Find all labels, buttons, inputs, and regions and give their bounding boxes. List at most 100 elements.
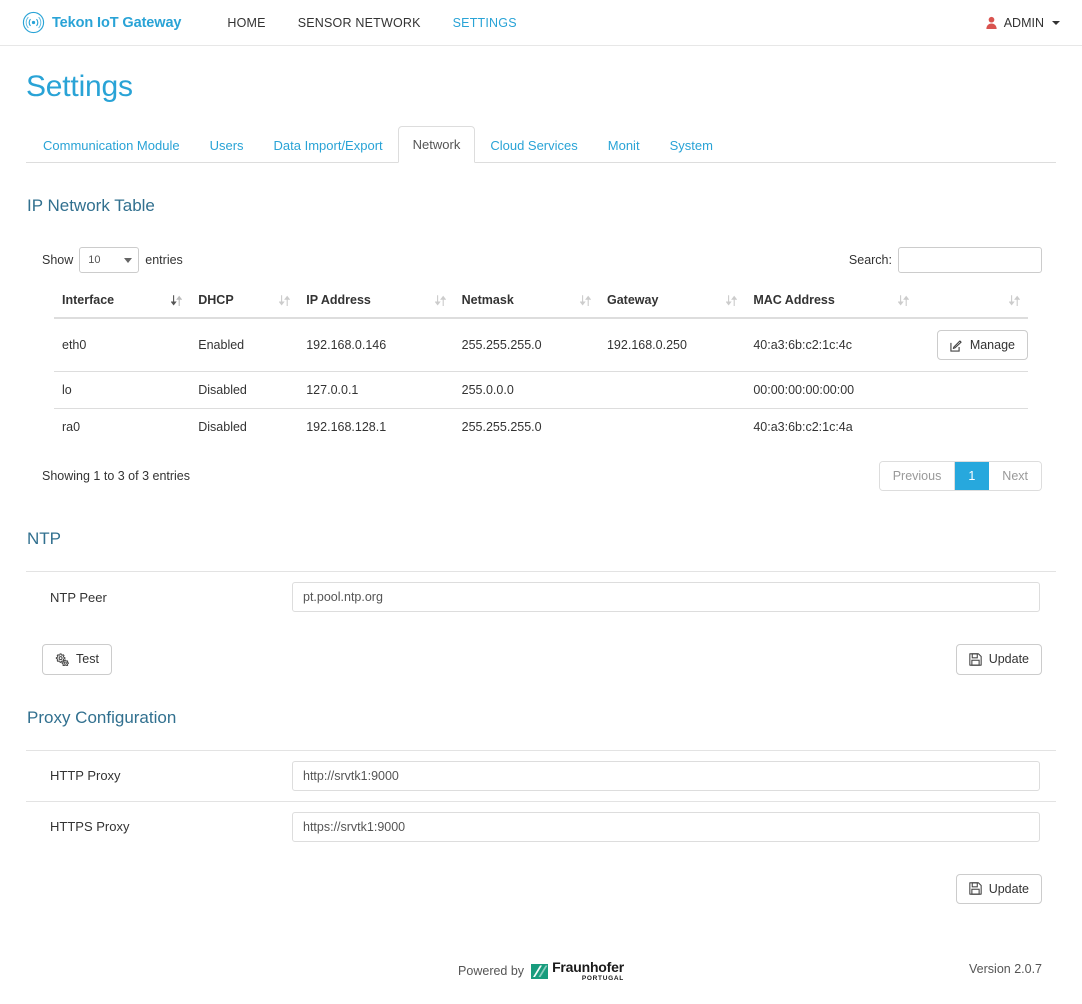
ntp-test-button-label: Test bbox=[76, 652, 99, 667]
column-header-mac-address[interactable]: MAC Address bbox=[745, 284, 917, 319]
tab-cloud-services[interactable]: Cloud Services bbox=[475, 127, 592, 163]
proxy-button-row: Update bbox=[26, 873, 1056, 904]
ip-network-table-heading: IP Network Table bbox=[27, 196, 155, 215]
cell-interface: lo bbox=[54, 371, 191, 409]
table-row: ra0 Disabled 192.168.128.1 255.255.255.0… bbox=[54, 408, 1028, 446]
cell-mac-address: 00:00:00:00:00:00 bbox=[745, 371, 917, 409]
signal-circle-icon bbox=[22, 11, 45, 34]
ntp-peer-label: NTP Peer bbox=[50, 589, 107, 605]
tab-system[interactable]: System bbox=[655, 127, 728, 163]
column-label-netmask: Netmask bbox=[461, 293, 514, 307]
fraunhofer-wordmark: Fraunhofer PORTUGAL bbox=[552, 960, 624, 983]
cell-gateway: 192.168.0.250 bbox=[606, 338, 687, 353]
column-header-dhcp[interactable]: DHCP bbox=[190, 284, 299, 319]
cell-ip-address: 127.0.0.1 bbox=[298, 371, 454, 409]
pagination-next[interactable]: Next bbox=[989, 462, 1041, 491]
sort-none-icon bbox=[279, 294, 291, 307]
user-menu-admin[interactable]: ADMIN bbox=[978, 10, 1068, 36]
cell-gateway bbox=[598, 408, 746, 446]
tab-network[interactable]: Network bbox=[397, 126, 476, 163]
ntp-button-row: Test Update bbox=[26, 644, 1056, 675]
navbar-right: ADMIN bbox=[978, 10, 1068, 36]
sort-none-icon bbox=[897, 294, 909, 307]
entries-label: entries bbox=[145, 253, 183, 267]
http-proxy-input[interactable] bbox=[292, 760, 1040, 791]
pagination-previous[interactable]: Previous bbox=[879, 462, 956, 491]
cell-netmask: 255.255.255.0 bbox=[461, 338, 542, 353]
cell-netmask: 255.255.255.0 bbox=[453, 408, 599, 446]
sort-none-icon bbox=[726, 294, 738, 307]
https-proxy-input[interactable] bbox=[292, 811, 1040, 842]
ntp-test-button[interactable]: Test bbox=[42, 644, 112, 675]
column-label-mac-address: MAC Address bbox=[753, 293, 835, 307]
tab-communication-module[interactable]: Communication Module bbox=[28, 127, 195, 163]
sort-asc-icon bbox=[171, 294, 183, 307]
nav-link-home[interactable]: HOME bbox=[211, 10, 281, 36]
powered-by-label: Powered by bbox=[458, 964, 525, 978]
sort-none-icon bbox=[579, 294, 591, 307]
settings-tabs: Communication Module Users Data Import/E… bbox=[26, 126, 1056, 163]
page-container: Settings Communication Module Users Data… bbox=[26, 70, 1056, 1004]
nav-link-settings[interactable]: SETTINGS bbox=[437, 10, 533, 36]
entries-select-wrapper: 10 25 50 100 bbox=[79, 247, 140, 273]
cogs-icon bbox=[55, 653, 69, 666]
column-header-ip-address[interactable]: IP Address bbox=[298, 284, 454, 319]
user-menu-label: ADMIN bbox=[1003, 15, 1044, 30]
http-proxy-label: HTTP Proxy bbox=[50, 768, 121, 783]
cell-actions bbox=[916, 371, 1028, 409]
column-header-gateway[interactable]: Gateway bbox=[598, 284, 746, 319]
table-row: lo Disabled 127.0.0.1 255.0.0.0 00:00:00… bbox=[54, 371, 1028, 409]
user-icon bbox=[986, 16, 997, 30]
entries-per-page-select[interactable]: 10 25 50 100 bbox=[79, 247, 140, 273]
cell-dhcp: Enabled bbox=[198, 338, 245, 353]
nav-link-sensor-network[interactable]: SENSOR NETWORK bbox=[282, 10, 437, 36]
column-header-actions[interactable] bbox=[916, 284, 1028, 319]
search-label: Search: bbox=[848, 253, 892, 267]
version-label: Version 2.0.7 bbox=[969, 961, 1042, 976]
cell-interface: eth0 bbox=[62, 338, 87, 353]
ip-network-table: Interface DHCP IP Address Netmask Gatewa… bbox=[54, 284, 1028, 446]
tab-monit[interactable]: Monit bbox=[593, 127, 655, 163]
column-header-netmask[interactable]: Netmask bbox=[453, 284, 599, 319]
proxy-update-button-label: Update bbox=[988, 881, 1029, 896]
show-label: Show bbox=[42, 253, 74, 267]
page-title: Settings bbox=[26, 70, 133, 103]
tab-data-import-export[interactable]: Data Import/Export bbox=[259, 127, 398, 163]
column-label-gateway: Gateway bbox=[606, 293, 659, 307]
cell-dhcp: Disabled bbox=[190, 371, 299, 409]
table-head: Interface DHCP IP Address Netmask Gatewa… bbox=[54, 284, 1028, 319]
page-footer: Powered by Fraunhofer PORTUGAL Version 2… bbox=[26, 952, 1056, 1004]
cell-ip-address: 192.168.128.1 bbox=[298, 408, 454, 446]
search-input[interactable] bbox=[898, 247, 1042, 273]
save-icon bbox=[968, 882, 982, 895]
column-label-dhcp: DHCP bbox=[198, 293, 234, 307]
sort-none-icon bbox=[1009, 294, 1020, 307]
cell-netmask: 255.0.0.0 bbox=[453, 371, 599, 409]
proxy-configuration-heading: Proxy Configuration bbox=[27, 707, 177, 727]
ntp-form: NTP Peer bbox=[26, 571, 1056, 622]
cell-dhcp: Disabled bbox=[190, 408, 299, 446]
cell-mac-address: 40:a3:6b:c2:1c:4a bbox=[745, 408, 917, 446]
manage-button[interactable]: Manage bbox=[936, 330, 1028, 361]
proxy-form: HTTP Proxy HTTPS Proxy bbox=[26, 749, 1056, 852]
column-label-ip-address: IP Address bbox=[306, 293, 371, 307]
table-body: eth0 Enabled 192.168.0.146 255.255.255.0… bbox=[54, 318, 1028, 446]
table-row: eth0 Enabled 192.168.0.146 255.255.255.0… bbox=[54, 318, 1028, 372]
tab-users[interactable]: Users bbox=[195, 127, 259, 163]
cell-actions bbox=[916, 408, 1028, 446]
cell-mac-address: 40:a3:6b:c2:1c:4c bbox=[753, 338, 853, 353]
datatable-footer: Showing 1 to 3 of 3 entries Previous 1 N… bbox=[26, 461, 1056, 492]
http-proxy-row: HTTP Proxy bbox=[26, 749, 1056, 801]
pagination-page-1[interactable]: 1 bbox=[955, 462, 990, 491]
cell-actions: Manage bbox=[917, 318, 1028, 372]
cell-gateway bbox=[598, 371, 746, 409]
proxy-update-button[interactable]: Update bbox=[955, 873, 1042, 904]
ntp-peer-input[interactable] bbox=[292, 582, 1040, 613]
cell-interface: ra0 bbox=[54, 408, 191, 446]
datatable-controls: Show 10 25 50 100 entries Search: bbox=[26, 247, 1056, 273]
brand-logo-link[interactable]: Tekon IoT Gateway bbox=[22, 11, 181, 34]
ntp-update-button[interactable]: Update bbox=[955, 644, 1042, 675]
footer-branding: Powered by Fraunhofer PORTUGAL bbox=[26, 960, 1056, 983]
edit-pencil-icon bbox=[950, 339, 963, 352]
column-header-interface[interactable]: Interface bbox=[54, 284, 191, 319]
